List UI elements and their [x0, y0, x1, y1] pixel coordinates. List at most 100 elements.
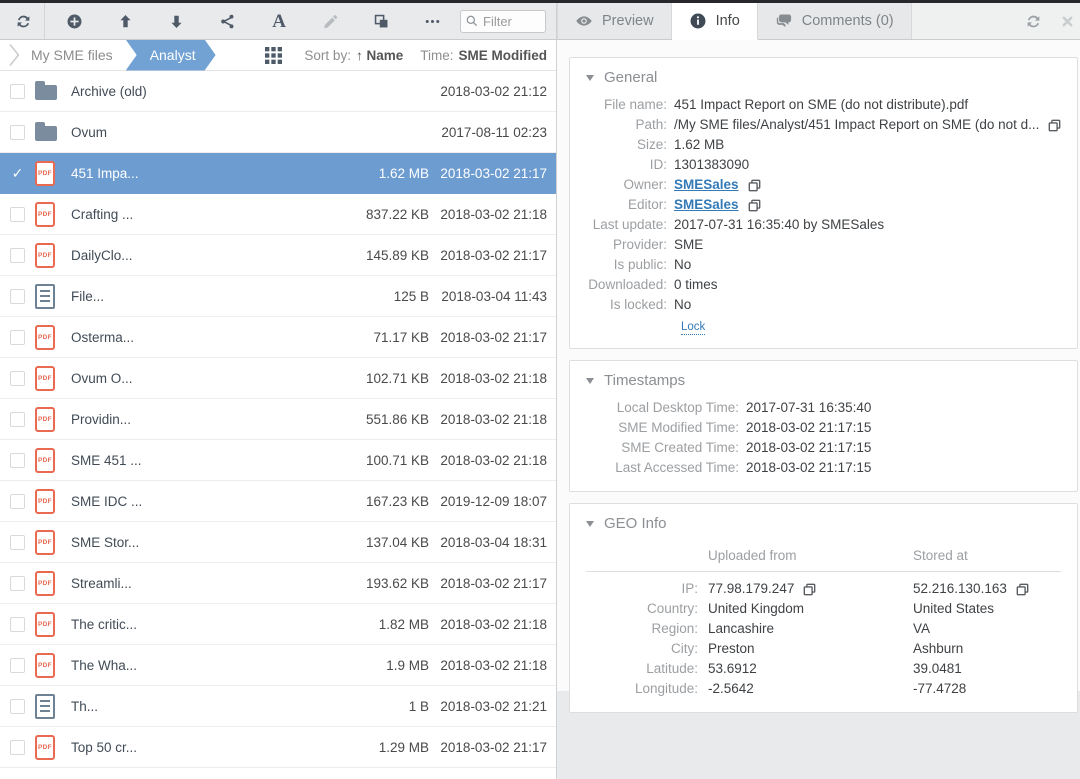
file-name[interactable]: SME 451 ... [71, 453, 334, 468]
file-name[interactable]: Ovum [71, 125, 334, 140]
download-icon [168, 13, 185, 30]
geo-stored-value: VA [913, 619, 930, 639]
tab-comments[interactable]: Comments (0) [758, 3, 912, 39]
refresh-button[interactable] [6, 4, 40, 38]
copy-value-icon[interactable] [748, 179, 761, 192]
timestamp-row: Local Desktop Time:2017-07-31 16:35:40 [586, 398, 1061, 418]
file-size: 125 B [334, 289, 429, 304]
time-value[interactable]: SME Modified [459, 48, 548, 63]
row-checkbox[interactable] [10, 248, 25, 263]
file-row[interactable]: Th...1 B2018-03-02 21:21 [0, 686, 556, 727]
breadcrumb-root[interactable]: My SME files [31, 47, 113, 63]
file-name[interactable]: SME Stor... [71, 535, 334, 550]
pdf-file-icon: PDF [35, 530, 55, 555]
row-checkbox[interactable] [10, 289, 25, 304]
edit-button[interactable] [313, 4, 347, 38]
file-name[interactable]: SME IDC ... [71, 494, 334, 509]
general-section-header[interactable]: General [586, 69, 1061, 86]
row-checkbox[interactable] [10, 576, 25, 591]
file-row[interactable]: PDFSME IDC ...167.23 KB2019-12-09 18:07 [0, 481, 556, 522]
timestamps-section-header[interactable]: Timestamps [586, 372, 1061, 389]
upload-button[interactable] [109, 4, 143, 38]
geo-uploaded-value: 53.6912 [708, 659, 757, 679]
row-checkbox[interactable] [10, 84, 25, 99]
info-value: 451 Impact Report on SME (do not distrib… [674, 95, 968, 115]
file-row[interactable]: ✓PDF451 Impa...1.62 MB2018-03-02 21:17 [0, 153, 556, 194]
file-date: 2018-03-02 21:12 [429, 84, 547, 99]
row-checkbox[interactable] [10, 617, 25, 632]
row-checkbox[interactable] [10, 658, 25, 673]
more-button[interactable] [415, 4, 449, 38]
file-name[interactable]: Osterma... [71, 330, 334, 345]
geo-section-header[interactable]: GEO Info [586, 515, 1061, 532]
user-link[interactable]: SMESales [674, 195, 739, 215]
file-row[interactable]: Ovum2017-08-11 02:23 [0, 112, 556, 153]
download-button[interactable] [160, 4, 194, 38]
file-name[interactable]: The Wha... [71, 658, 334, 673]
file-row[interactable]: PDFThe critic...1.82 MB2018-03-02 21:18 [0, 604, 556, 645]
file-date: 2019-12-09 18:07 [429, 494, 547, 509]
info-row: Is public:No [586, 255, 1061, 275]
row-checkbox[interactable] [10, 330, 25, 345]
share-button[interactable] [211, 4, 245, 38]
row-checkbox[interactable] [10, 412, 25, 427]
file-browser-panel: A My SME files Analyst Sort by: ↑ Name T… [0, 3, 557, 779]
breadcrumb-current[interactable]: Analyst [126, 40, 216, 71]
file-name[interactable]: Providin... [71, 412, 334, 427]
copy-button[interactable] [364, 4, 398, 38]
geo-row: Country:United KingdomUnited States [586, 599, 1061, 619]
tab-info[interactable]: Info [672, 3, 758, 40]
text-file-icon [35, 694, 55, 719]
row-checkbox[interactable] [10, 740, 25, 755]
panel-refresh-button[interactable] [1025, 13, 1042, 30]
timestamp-row: Last Accessed Time:2018-03-02 21:17:15 [586, 458, 1061, 478]
sort-field: Name [366, 48, 403, 63]
file-row[interactable]: PDFSME 451 ...100.71 KB2018-03-02 21:18 [0, 440, 556, 481]
file-row[interactable]: Archive (old) 2018-03-02 21:12 [0, 71, 556, 112]
file-row[interactable]: File...125 B2018-03-04 11:43 [0, 276, 556, 317]
file-type-icon: PDF [35, 202, 59, 227]
file-row[interactable]: PDFProvidin...551.86 KB2018-03-02 21:18 [0, 399, 556, 440]
file-row[interactable]: PDFCrafting ...837.22 KB2018-03-02 21:18 [0, 194, 556, 235]
file-row[interactable]: PDFOvum O...102.71 KB2018-03-02 21:18 [0, 358, 556, 399]
file-name[interactable]: 451 Impa... [71, 166, 334, 181]
collapse-triangle-icon [586, 378, 594, 384]
row-checkbox[interactable] [10, 494, 25, 509]
row-checkbox[interactable] [10, 371, 25, 386]
grid-view-icon[interactable] [265, 47, 282, 64]
file-row[interactable]: PDFThe Wha...1.9 MB2018-03-02 21:18 [0, 645, 556, 686]
file-name[interactable]: Top 50 cr... [71, 740, 334, 755]
tab-preview[interactable]: Preview [557, 3, 672, 39]
copy-ip-icon[interactable] [803, 583, 816, 596]
file-row[interactable]: PDFOsterma...71.17 KB2018-03-02 21:17 [0, 317, 556, 358]
file-name[interactable]: Streamli... [71, 576, 334, 591]
row-checkbox[interactable] [10, 699, 25, 714]
selected-check-icon[interactable]: ✓ [10, 165, 25, 182]
file-name[interactable]: Ovum O... [71, 371, 334, 386]
panel-close-button[interactable] [1060, 14, 1075, 29]
row-checkbox[interactable] [10, 535, 25, 550]
file-row[interactable]: PDFStreamli...193.62 KB2018-03-02 21:17 [0, 563, 556, 604]
sort-value[interactable]: ↑ Name [356, 48, 403, 63]
row-checkbox[interactable] [10, 125, 25, 140]
row-checkbox[interactable] [10, 453, 25, 468]
file-name[interactable]: The critic... [71, 617, 334, 632]
file-name[interactable]: Th... [71, 699, 334, 714]
file-name[interactable]: Archive (old) [71, 84, 334, 99]
copy-ip-icon[interactable] [1016, 583, 1029, 596]
file-row[interactable]: PDFSME Stor...137.04 KB2018-03-04 18:31 [0, 522, 556, 563]
lock-link[interactable]: Lock [681, 321, 705, 335]
row-checkbox[interactable] [10, 207, 25, 222]
text-format-button[interactable]: A [262, 4, 296, 38]
file-row[interactable]: PDFDailyClo...145.89 KB2018-03-02 21:17 [0, 235, 556, 276]
copy-path-icon[interactable] [1048, 119, 1061, 132]
file-row[interactable]: PDFTop 50 cr...1.29 MB2018-03-02 21:17 [0, 727, 556, 768]
file-name[interactable]: File... [71, 289, 334, 304]
file-name[interactable]: DailyClo... [71, 248, 334, 263]
info-value: 1301383090 [674, 155, 749, 175]
file-type-icon: PDF [35, 612, 59, 637]
copy-value-icon[interactable] [748, 199, 761, 212]
add-button[interactable] [58, 4, 92, 38]
file-name[interactable]: Crafting ... [71, 207, 334, 222]
user-link[interactable]: SMESales [674, 175, 739, 195]
